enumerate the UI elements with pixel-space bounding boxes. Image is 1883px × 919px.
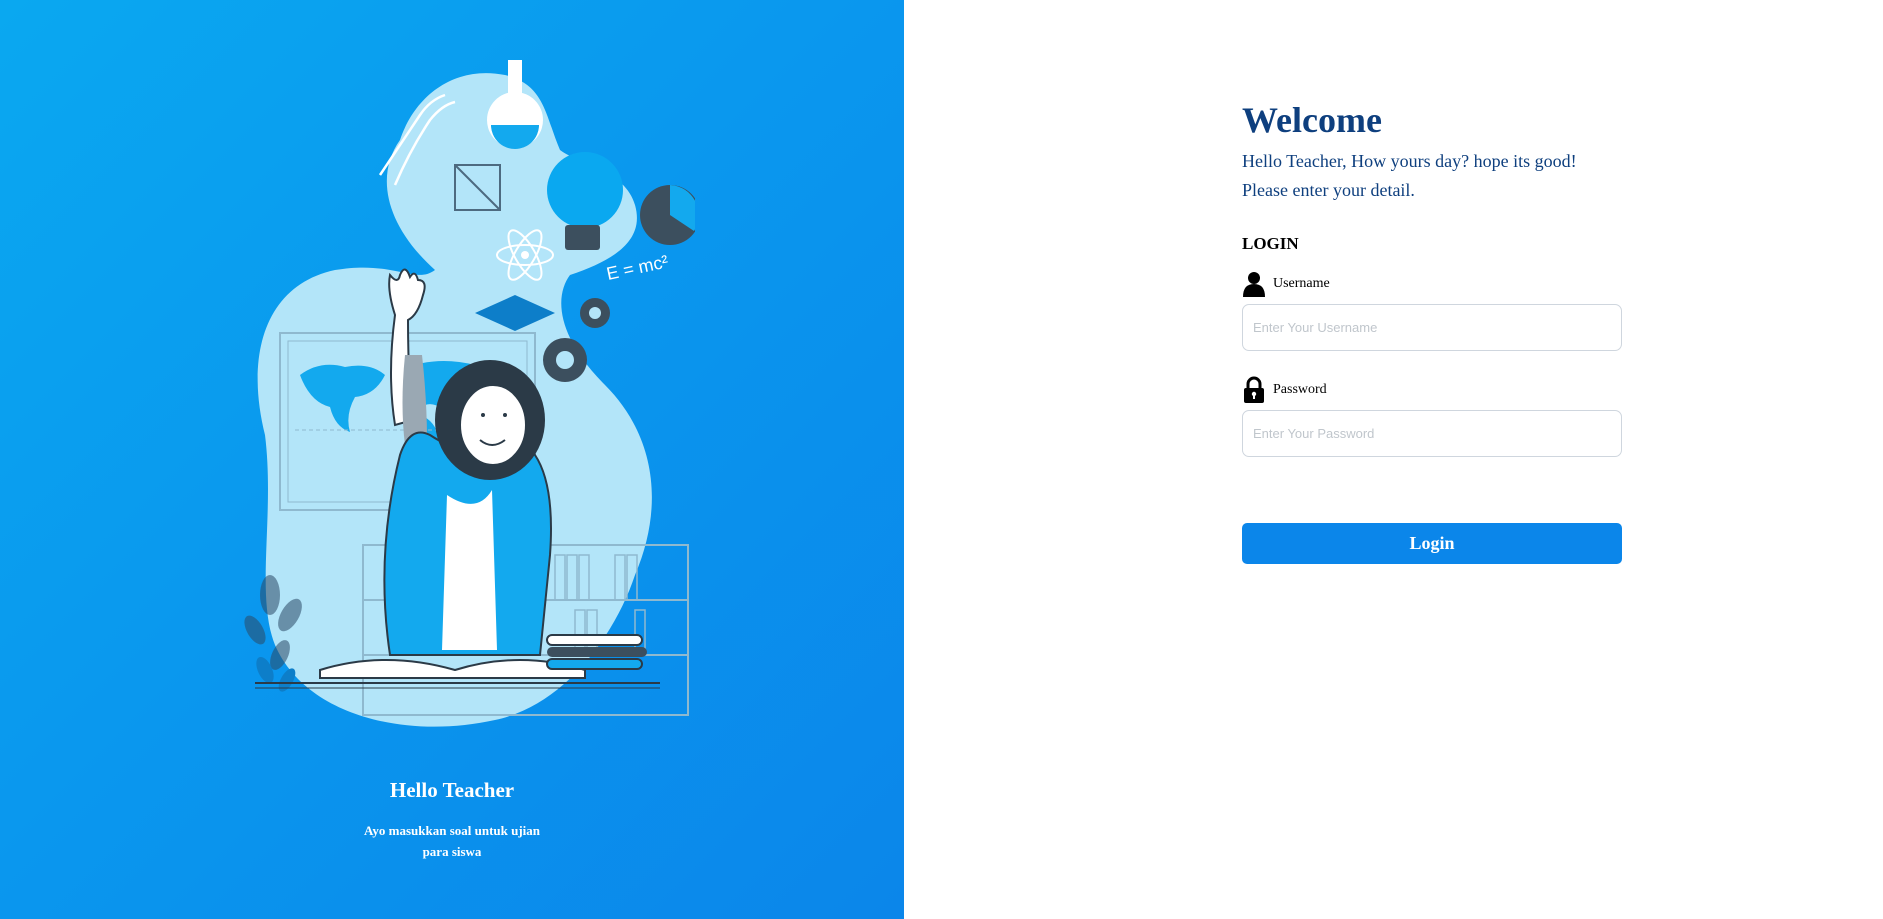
login-section-title: LOGIN [1242,234,1299,253]
username-label: Username [1273,276,1330,291]
user-icon [1243,272,1265,297]
password-label-row: Password [1242,376,1622,404]
greeting-text: Hello Teacher, How yours day? hope its g… [1242,147,1622,205]
greeting-line-1: Hello Teacher, How yours day? hope its g… [1242,151,1577,171]
formula-text: E = mc² [605,251,670,284]
username-input[interactable] [1242,304,1622,351]
login-button[interactable]: Login [1242,523,1622,564]
hero-title: Hello Teacher [389,778,515,802]
hero-panel: E = mc² Hello Teacher Ayo masukkan soal … [0,0,904,919]
username-label-row: Username [1242,270,1622,298]
password-input[interactable] [1242,410,1622,457]
greeting-line-2: Please enter your detail. [1242,180,1415,200]
password-label: Password [1273,382,1327,397]
welcome-heading: Welcome [1242,100,1382,140]
hero-subtitle: Ayo masukkan soal untuk ujian para siswa [363,823,541,859]
lock-icon [1244,376,1264,403]
teacher-illustration: E = mc² [244,60,695,727]
login-form: Welcome Hello Teacher, How yours day? ho… [1242,96,1622,564]
face [459,384,527,466]
